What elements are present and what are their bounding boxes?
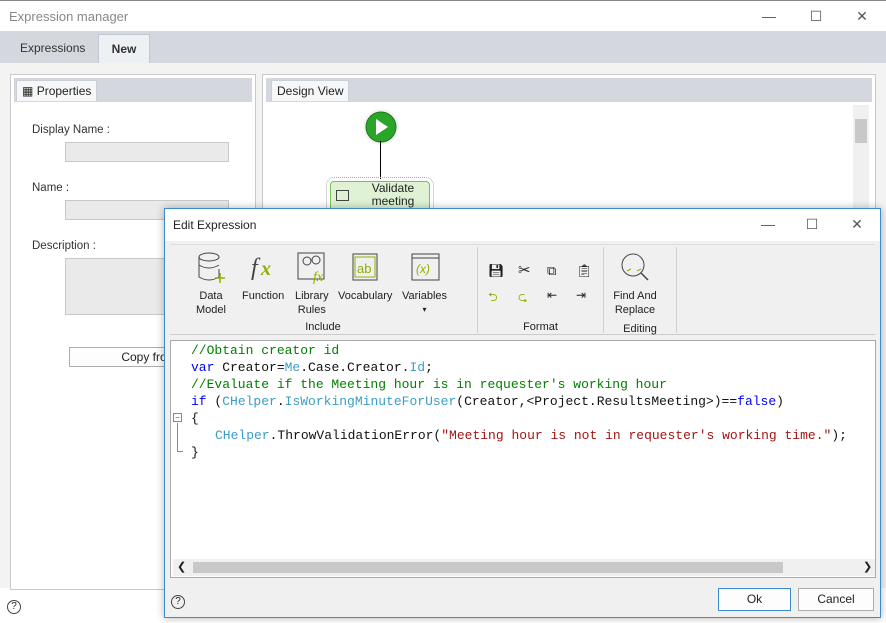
variables-label: Variables bbox=[402, 290, 448, 302]
display-name-field[interactable] bbox=[65, 142, 229, 162]
scrollbar-thumb[interactable] bbox=[193, 562, 783, 573]
undo-icon[interactable]: ⮌ bbox=[488, 288, 498, 309]
collapse-icon[interactable]: − bbox=[173, 413, 182, 422]
task-label: Validate meeting bbox=[371, 181, 415, 208]
svg-text:f: f bbox=[251, 255, 261, 281]
data-model-label2: Model bbox=[196, 304, 226, 316]
cancel-button[interactable]: Cancel bbox=[798, 588, 874, 611]
tab-properties[interactable]: ▦ Properties bbox=[16, 80, 98, 101]
tab-new[interactable]: New bbox=[98, 34, 150, 63]
code-editor[interactable]: //Obtain creator id var Creator=Me.Case.… bbox=[170, 340, 876, 578]
flow-connector bbox=[380, 141, 381, 179]
dialog-maximize-button[interactable]: ☐ bbox=[797, 213, 827, 235]
dialog-close-button[interactable]: ✕ bbox=[842, 213, 872, 235]
minimize-button[interactable]: — bbox=[754, 5, 784, 27]
ok-button[interactable]: Ok bbox=[718, 588, 791, 611]
window-title: Expression manager bbox=[9, 9, 129, 24]
code-line-4: if (CHelper.IsWorkingMinuteForUser(Creat… bbox=[191, 394, 784, 409]
copy-icon[interactable]: ⧉ bbox=[547, 263, 556, 279]
function-button[interactable]: fx Function bbox=[242, 251, 284, 303]
vocabulary-label: Vocabulary bbox=[338, 290, 393, 302]
data-model-label: Data bbox=[199, 290, 223, 302]
vocabulary-icon: ab bbox=[352, 253, 378, 281]
ribbon: Data Model fx Function fx Library Rules ab… bbox=[170, 244, 875, 335]
code-line-2: var Creator=Me.Case.Creator.Id; bbox=[191, 360, 433, 375]
replace-label: Replace bbox=[614, 304, 656, 316]
data-model-button[interactable]: Data Model bbox=[196, 251, 226, 317]
dialog-title: Edit Expression bbox=[173, 218, 257, 232]
window-titlebar: Expression manager — ☐ ✕ bbox=[0, 0, 886, 31]
include-group-label: Include bbox=[305, 321, 341, 333]
scroll-left-icon[interactable]: ❮ bbox=[177, 560, 186, 573]
maximize-button[interactable]: ☐ bbox=[801, 5, 831, 27]
find-and-label: Find And bbox=[613, 290, 657, 302]
code-line-3: //Evaluate if the Meeting hour is in req… bbox=[191, 377, 667, 392]
library-rules-button[interactable]: fx Library Rules bbox=[295, 251, 329, 317]
code-line-5: { bbox=[191, 411, 199, 426]
start-event-icon[interactable] bbox=[361, 107, 401, 147]
help-icon[interactable]: ? bbox=[7, 600, 21, 614]
svg-text:(x): (x) bbox=[416, 262, 430, 276]
svg-text:ab: ab bbox=[357, 261, 371, 276]
dialog-titlebar: Edit Expression — ☐ ✕ bbox=[165, 209, 880, 241]
function-icon: fx bbox=[251, 255, 271, 281]
variables-icon: (x) bbox=[411, 253, 440, 281]
task-icon bbox=[336, 190, 349, 201]
function-label: Function bbox=[242, 290, 285, 302]
find-replace-button[interactable]: Find And Replace bbox=[610, 251, 660, 317]
dialog-help-icon[interactable]: ? bbox=[171, 595, 185, 609]
description-label: Description : bbox=[32, 240, 96, 252]
code-line-7: } bbox=[191, 445, 199, 460]
indent-icon[interactable]: ⇥ bbox=[576, 288, 586, 302]
save-icon[interactable]: 💾︎ bbox=[488, 263, 505, 279]
library-label: Library bbox=[295, 290, 329, 302]
properties-tab-label: Properties bbox=[36, 84, 92, 98]
find-replace-icon bbox=[621, 253, 649, 281]
tab-design-view[interactable]: Design View bbox=[271, 80, 350, 101]
tab-bar: Expressions New bbox=[0, 31, 886, 63]
editing-group-label: Editing bbox=[623, 323, 657, 335]
rules-label: Rules bbox=[297, 304, 326, 316]
horizontal-scrollbar[interactable]: ❮ ❯ bbox=[173, 559, 875, 576]
paste-icon[interactable]: 📋︎ bbox=[576, 263, 593, 279]
variables-dropdown-icon[interactable]: ▾ bbox=[402, 303, 447, 317]
cut-icon[interactable]: ✂ bbox=[518, 261, 531, 279]
code-line-1: //Obtain creator id bbox=[191, 343, 340, 358]
fold-line bbox=[177, 423, 178, 451]
properties-icon: ▦ bbox=[22, 84, 34, 98]
scroll-right-icon[interactable]: ❯ bbox=[863, 560, 872, 573]
vocabulary-button[interactable]: ab Vocabulary bbox=[338, 251, 392, 303]
svg-text:fx: fx bbox=[313, 270, 324, 285]
database-icon bbox=[198, 252, 225, 283]
close-button[interactable]: ✕ bbox=[847, 5, 877, 27]
variables-button[interactable]: (x) Variables ▾ bbox=[402, 251, 447, 317]
dialog-minimize-button[interactable]: — bbox=[753, 213, 783, 235]
format-group-label: Format bbox=[523, 321, 558, 333]
library-rules-icon: fx bbox=[297, 252, 325, 285]
edit-expression-dialog: Edit Expression — ☐ ✕ Data Model fx Funct… bbox=[164, 208, 881, 618]
code-line-6: CHelper.ThrowValidationError("Meeting ho… bbox=[215, 428, 847, 443]
redo-icon[interactable]: ⮎ bbox=[518, 288, 528, 309]
svg-text:x: x bbox=[260, 258, 271, 280]
name-label: Name : bbox=[32, 182, 70, 194]
outdent-icon[interactable]: ⇤ bbox=[547, 288, 557, 302]
display-name-label: Display Name : bbox=[32, 124, 110, 136]
tab-expressions[interactable]: Expressions bbox=[8, 34, 97, 63]
